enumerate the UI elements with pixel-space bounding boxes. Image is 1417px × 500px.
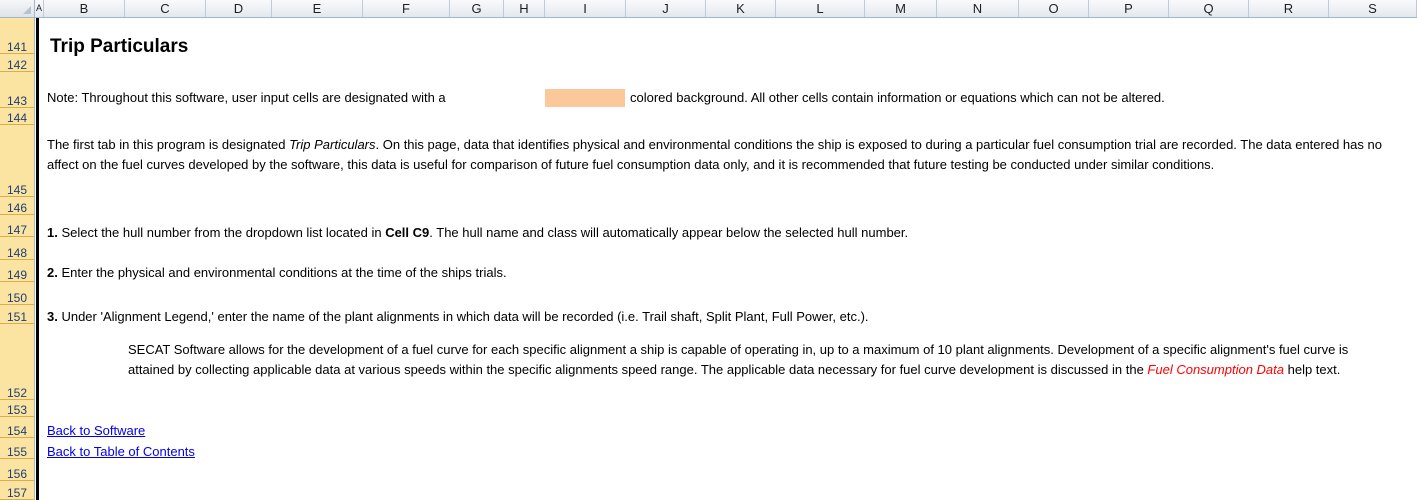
column-header-P[interactable]: P: [1089, 0, 1169, 17]
step-1-number: 1.: [47, 225, 58, 240]
row-header-151[interactable]: 151: [0, 305, 34, 324]
step-2-number: 2.: [47, 265, 58, 280]
column-header-S[interactable]: S: [1329, 0, 1417, 17]
row-header-145[interactable]: 145: [0, 125, 34, 197]
row-header-154[interactable]: 154: [0, 417, 34, 438]
row-header-149[interactable]: 149: [0, 260, 34, 282]
row-header-147[interactable]: 147: [0, 215, 34, 237]
row-header-157[interactable]: 157: [0, 481, 34, 500]
secat-text-b: help text.: [1284, 362, 1341, 377]
note-text-prefix: Note: Throughout this software, user inp…: [47, 90, 446, 105]
row-header-153[interactable]: 153: [0, 400, 34, 417]
row-header-150[interactable]: 150: [0, 282, 34, 305]
input-color-swatch: [545, 89, 625, 107]
fuel-consumption-data-link[interactable]: Fuel Consumption Data: [1147, 362, 1284, 377]
column-header-L[interactable]: L: [776, 0, 865, 17]
step-2-text: Enter the physical and environmental con…: [57, 265, 507, 280]
row-header-156[interactable]: 156: [0, 459, 34, 481]
column-header-E[interactable]: E: [272, 0, 363, 17]
column-header-M[interactable]: M: [865, 0, 937, 17]
page-title: Trip Particulars: [50, 36, 189, 57]
column-header-J[interactable]: J: [626, 0, 706, 17]
row-header-146[interactable]: 146: [0, 197, 34, 215]
row-header-155[interactable]: 155: [0, 438, 34, 459]
intro-italic-tab-name: Trip Particulars: [289, 137, 376, 152]
column-header-F[interactable]: F: [363, 0, 450, 17]
back-to-table-of-contents-link[interactable]: Back to Table of Contents: [47, 444, 195, 459]
row-header-148[interactable]: 148: [0, 237, 34, 260]
back-to-software-link[interactable]: Back to Software: [47, 423, 145, 438]
note-text-suffix: colored background. All other cells cont…: [630, 90, 1165, 105]
column-header-K[interactable]: K: [706, 0, 776, 17]
step-1-cell-ref: Cell C9: [385, 225, 430, 240]
column-header-O[interactable]: O: [1019, 0, 1089, 17]
column-header-G[interactable]: G: [450, 0, 504, 17]
column-header-bar: A B C D E F G H I J K L M N O P Q R S: [0, 0, 1417, 18]
step-3: 3. Under 'Alignment Legend,' enter the n…: [47, 309, 869, 324]
intro-paragraph: The first tab in this program is designa…: [47, 135, 1402, 175]
row-header-142[interactable]: 142: [0, 54, 34, 72]
secat-paragraph: SECAT Software allows for the developmen…: [128, 340, 1398, 380]
row-header-144[interactable]: 144: [0, 108, 34, 125]
intro-text-a: The first tab in this program is designa…: [47, 137, 290, 152]
column-header-A[interactable]: A: [35, 0, 44, 17]
frozen-pane-divider[interactable]: [36, 18, 39, 500]
column-header-N[interactable]: N: [937, 0, 1019, 17]
step-1-text-a: Select the hull number from the dropdown…: [57, 225, 386, 240]
select-all-triangle-icon: [23, 6, 31, 14]
row-header-152[interactable]: 152: [0, 324, 34, 400]
step-1-text-b: . The hull name and class will automatic…: [429, 225, 909, 240]
row-header-141[interactable]: 141: [0, 18, 34, 54]
column-header-H[interactable]: H: [504, 0, 545, 17]
step-3-number: 3.: [47, 309, 58, 324]
column-header-I[interactable]: I: [545, 0, 626, 17]
column-header-Q[interactable]: Q: [1169, 0, 1249, 17]
column-header-D[interactable]: D: [206, 0, 272, 17]
step-3-text: Under 'Alignment Legend,' enter the name…: [57, 309, 869, 324]
column-header-B[interactable]: B: [44, 0, 125, 17]
step-2: 2. Enter the physical and environmental …: [47, 265, 507, 280]
row-header-143[interactable]: 143: [0, 72, 34, 108]
column-header-C[interactable]: C: [125, 0, 206, 17]
step-1: 1. Select the hull number from the dropd…: [47, 225, 908, 240]
column-header-R[interactable]: R: [1249, 0, 1329, 17]
select-all-corner[interactable]: [0, 0, 35, 17]
